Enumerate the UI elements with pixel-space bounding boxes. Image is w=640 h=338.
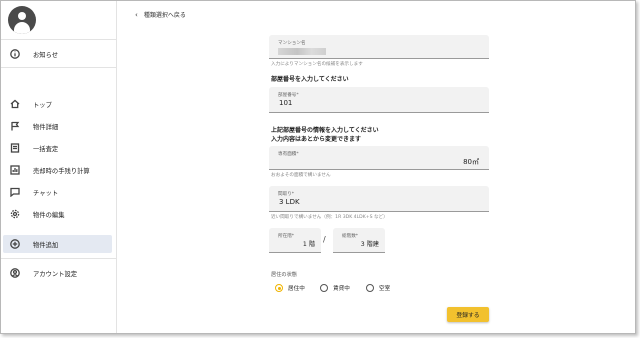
area-helper-text: おおよその面積で構いません [271, 173, 331, 178]
total-floors-unit: 階建 [366, 241, 379, 248]
floor-value: 1 階 [303, 239, 315, 248]
redacted-value [278, 48, 326, 55]
info-icon [6, 45, 24, 63]
status-radio-occupied[interactable]: 居住中 [275, 284, 305, 292]
field-label: 間取り* [278, 192, 295, 197]
room-number-value: 101 [279, 99, 293, 107]
sidebar-item-label: チャット [33, 189, 59, 197]
info-heading: 上記部屋番号の情報を入力してください [271, 127, 379, 134]
layout-field[interactable]: 間取り* 3 LDK [269, 186, 489, 212]
field-label: 総階数* [342, 234, 359, 239]
avatar[interactable] [8, 6, 36, 34]
sidebar-item-top[interactable]: トップ [3, 95, 112, 113]
floor-field[interactable]: 所在階* 1 階 [269, 228, 321, 253]
floor-area-value: 80㎡ [463, 157, 479, 167]
status-label: 居住の状態 [271, 272, 297, 278]
sidebar-item-label: 一括査定 [33, 145, 59, 153]
sidebar-item-property-detail[interactable]: 物件詳細 [3, 117, 112, 135]
back-label: 種類選択へ戻る [143, 12, 186, 19]
total-floors-field[interactable]: 総階数* 3 階建 [333, 228, 385, 253]
sidebar: お知らせ トップ 物件詳細 一括査定 売却時の手残り計算 チャット 物件の編集 [1, 1, 117, 333]
sidebar-item-news[interactable]: お知らせ [3, 45, 112, 63]
sidebar-item-label: お知らせ [33, 51, 59, 59]
layout-helper-text: 近い間取りで構いません（例：1R 3DK 4LDK+S など） [271, 215, 388, 220]
floor-area-field[interactable]: 専有面積* 80㎡ [269, 146, 489, 170]
mansion-name-field[interactable]: マンション名 [269, 35, 489, 59]
flag-icon [6, 117, 24, 135]
total-floors-value: 3 階建 [361, 239, 379, 248]
register-button[interactable]: 登録する [447, 307, 489, 322]
floor-number: 1 [302, 241, 307, 248]
sidebar-item-edit-property[interactable]: 物件の編集 [3, 205, 112, 223]
field-label: 部屋番号* [278, 93, 299, 98]
sidebar-item-sale-calc[interactable]: 売却時の手残り計算 [3, 161, 112, 179]
sidebar-item-label: 売却時の手残り計算 [33, 167, 90, 175]
field-label: マンション名 [278, 41, 306, 46]
mansion-helper-text: 入力によりマンション名の候補を表示します [271, 62, 363, 67]
chart-icon [6, 161, 24, 179]
layout-value: 3 LDK [279, 198, 300, 206]
radio-unselected-icon [366, 284, 374, 292]
sidebar-item-label: 物件の編集 [33, 211, 65, 219]
gear-icon [6, 205, 24, 223]
slash-separator: / [323, 235, 326, 244]
sidebar-item-bulk-appraisal[interactable]: 一括査定 [3, 139, 112, 157]
back-link[interactable]: ‹ 種類選択へ戻る [135, 10, 186, 20]
room-number-field[interactable]: 部屋番号* 101 [269, 87, 489, 113]
account-icon [6, 264, 24, 282]
field-label: 専有面積* [278, 152, 299, 157]
sidebar-divider [1, 258, 116, 259]
sidebar-item-label: 物件追加 [33, 241, 59, 249]
room-heading: 部屋番号を入力してください [271, 76, 349, 83]
floor-area-number: 80 [463, 158, 472, 166]
sidebar-item-label: トップ [33, 101, 52, 109]
home-icon [6, 95, 24, 113]
main-content: ‹ 種類選択へ戻る マンション名 入力によりマンション名の候補を表示します 部屋… [117, 1, 635, 333]
sidebar-item-label: 物件詳細 [33, 123, 59, 131]
chat-icon [6, 183, 24, 201]
chevron-left-icon: ‹ [135, 10, 138, 19]
sidebar-divider [1, 67, 116, 68]
radio-label: 居住中 [288, 286, 305, 292]
sidebar-item-account-settings[interactable]: アカウント設定 [3, 264, 112, 282]
radio-label: 賃貸中 [333, 286, 350, 292]
total-floors-number: 3 [360, 241, 365, 248]
radio-unselected-icon [320, 284, 328, 292]
status-radio-rented[interactable]: 賃貸中 [320, 284, 350, 292]
document-icon [6, 139, 24, 157]
sidebar-item-chat[interactable]: チャット [3, 183, 112, 201]
sidebar-divider [1, 39, 116, 40]
radio-label: 空室 [379, 286, 391, 292]
floor-unit: 階 [308, 241, 315, 248]
info-subheading: 入力内容はあとから変更できます [271, 136, 362, 143]
floor-area-unit: ㎡ [472, 158, 479, 166]
app-window: お知らせ トップ 物件詳細 一括査定 売却時の手残り計算 チャット 物件の編集 [0, 0, 636, 334]
status-radio-vacant[interactable]: 空室 [366, 284, 390, 292]
field-label: 所在階* [278, 234, 295, 239]
radio-selected-icon [275, 284, 283, 292]
plus-circle-icon [6, 235, 24, 253]
sidebar-item-add-property[interactable]: 物件追加 [3, 235, 112, 253]
sidebar-item-label: アカウント設定 [33, 270, 78, 278]
